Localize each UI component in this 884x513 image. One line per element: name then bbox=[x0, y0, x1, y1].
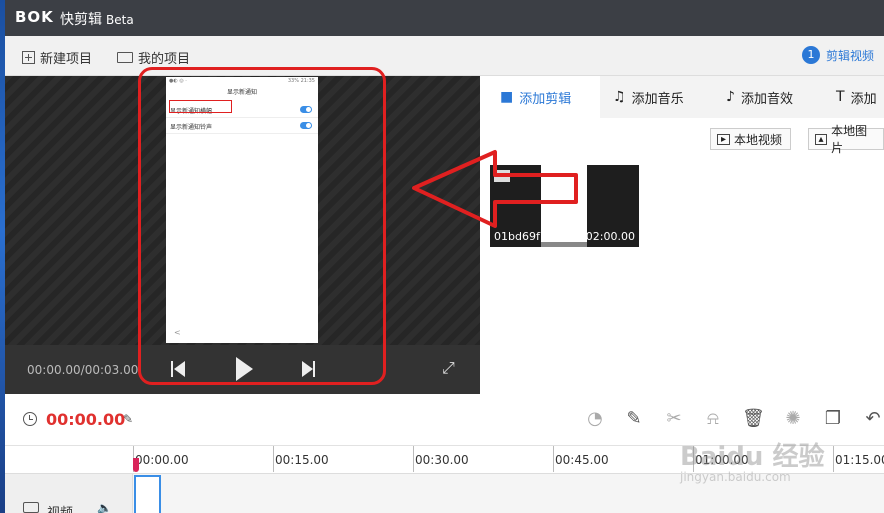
tick-label: 00:00.00 bbox=[135, 453, 189, 467]
video-track-header: 视频 🔈 bbox=[5, 474, 133, 513]
tab-add-clip-label: 添加剪辑 bbox=[519, 91, 572, 107]
tab-add-text[interactable]: T 添加 bbox=[836, 76, 877, 118]
media-tabs: ■ 添加剪辑 ♫ 添加音乐 ♪ 添加音效 T 添加 bbox=[480, 76, 884, 118]
step-number: 1 bbox=[801, 46, 820, 64]
scissors-icon[interactable]: ✂ bbox=[663, 408, 685, 429]
watermark: Baidu 经验 bbox=[680, 442, 825, 472]
app-logo: BOK bbox=[15, 8, 54, 26]
new-project-button[interactable]: 新建项目 bbox=[22, 48, 92, 67]
tick-line bbox=[833, 446, 834, 472]
playback-time: 00:00.00/00:03.00 bbox=[27, 363, 139, 377]
speaker-icon[interactable]: 🔈 bbox=[97, 501, 112, 513]
app-name: 快剪辑 bbox=[60, 12, 102, 28]
undo-icon[interactable]: ↶ bbox=[862, 408, 884, 429]
watermark-url: jingyan.baidu.com bbox=[680, 470, 791, 484]
playhead[interactable] bbox=[133, 458, 139, 472]
video-camera-icon: ■ bbox=[500, 89, 514, 105]
tab-add-sound-label: 添加音效 bbox=[740, 91, 793, 107]
plus-icon bbox=[22, 51, 35, 64]
local-video-button[interactable]: ▸ 本地视频 bbox=[710, 128, 792, 150]
new-project-label: 新建项目 bbox=[40, 52, 93, 67]
clip-duration: 02:00.00 bbox=[585, 230, 635, 243]
folder-icon bbox=[117, 52, 133, 63]
tick-label: 00:15.00 bbox=[275, 453, 329, 467]
tick-label: 00:45.00 bbox=[555, 453, 609, 467]
tab-add-music[interactable]: ♫ 添加音乐 bbox=[613, 76, 684, 118]
delete-icon[interactable]: 🗑 bbox=[742, 408, 765, 429]
annotation-box bbox=[138, 67, 386, 385]
app-title: 快剪辑 Beta bbox=[60, 9, 134, 29]
tab-add-music-label: 添加音乐 bbox=[631, 91, 684, 107]
bell-icon[interactable]: ⍾ bbox=[702, 408, 724, 429]
clock-icon bbox=[23, 412, 37, 426]
ruler-spacer bbox=[5, 446, 133, 474]
local-image-label: 本地图片 bbox=[831, 124, 868, 155]
tab-add-sound[interactable]: ♪ 添加音效 bbox=[726, 76, 793, 118]
video-icon bbox=[23, 502, 39, 513]
step-label: 剪辑视频 bbox=[825, 48, 874, 63]
my-projects-button[interactable]: 我的项目 bbox=[117, 48, 190, 67]
my-projects-label: 我的项目 bbox=[138, 52, 191, 67]
tick-label: 01:15.00 bbox=[835, 453, 884, 467]
copy-icon[interactable]: ❐ bbox=[822, 408, 844, 429]
current-time: 00:00.00 bbox=[46, 410, 126, 429]
tick-line bbox=[273, 446, 274, 472]
menu-bar: 新建项目 我的项目 1 剪辑视频 bbox=[5, 36, 884, 76]
local-video-label: 本地视频 bbox=[734, 132, 783, 147]
media-panel: ■ 添加剪辑 ♫ 添加音乐 ♪ 添加音效 T 添加 ▸ 本地视频 ▴ 本地图片 … bbox=[480, 76, 884, 394]
timeline-clip[interactable] bbox=[134, 475, 161, 513]
edit-time-icon[interactable]: ✎ bbox=[123, 412, 133, 426]
step-indicator[interactable]: 1 剪辑视频 bbox=[801, 46, 874, 64]
title-bar: BOK 快剪辑 Beta bbox=[5, 0, 884, 36]
tick-label: 00:30.00 bbox=[415, 453, 469, 467]
tab-add-clip[interactable]: ■ 添加剪辑 bbox=[480, 76, 600, 118]
image-icon: ▴ bbox=[815, 133, 828, 145]
tick-line bbox=[413, 446, 414, 472]
fullscreen-icon[interactable]: ⤢ bbox=[442, 359, 460, 377]
tick-line bbox=[553, 446, 554, 472]
detach-icon[interactable]: ✺ bbox=[782, 408, 804, 429]
annotation-arrow bbox=[412, 150, 578, 228]
track-label: 视频 bbox=[47, 502, 73, 513]
sound-effect-icon: ♪ bbox=[726, 89, 735, 105]
beta-badge: Beta bbox=[106, 13, 134, 27]
pencil-icon[interactable]: ✎ bbox=[623, 408, 645, 429]
music-note-icon: ♫ bbox=[613, 89, 626, 105]
tab-add-text-label: 添加 bbox=[850, 91, 877, 107]
play-icon: ▸ bbox=[717, 133, 730, 145]
text-icon: T bbox=[836, 89, 845, 105]
speed-icon[interactable]: ◔ bbox=[584, 408, 606, 429]
local-image-button[interactable]: ▴ 本地图片 bbox=[808, 124, 884, 155]
